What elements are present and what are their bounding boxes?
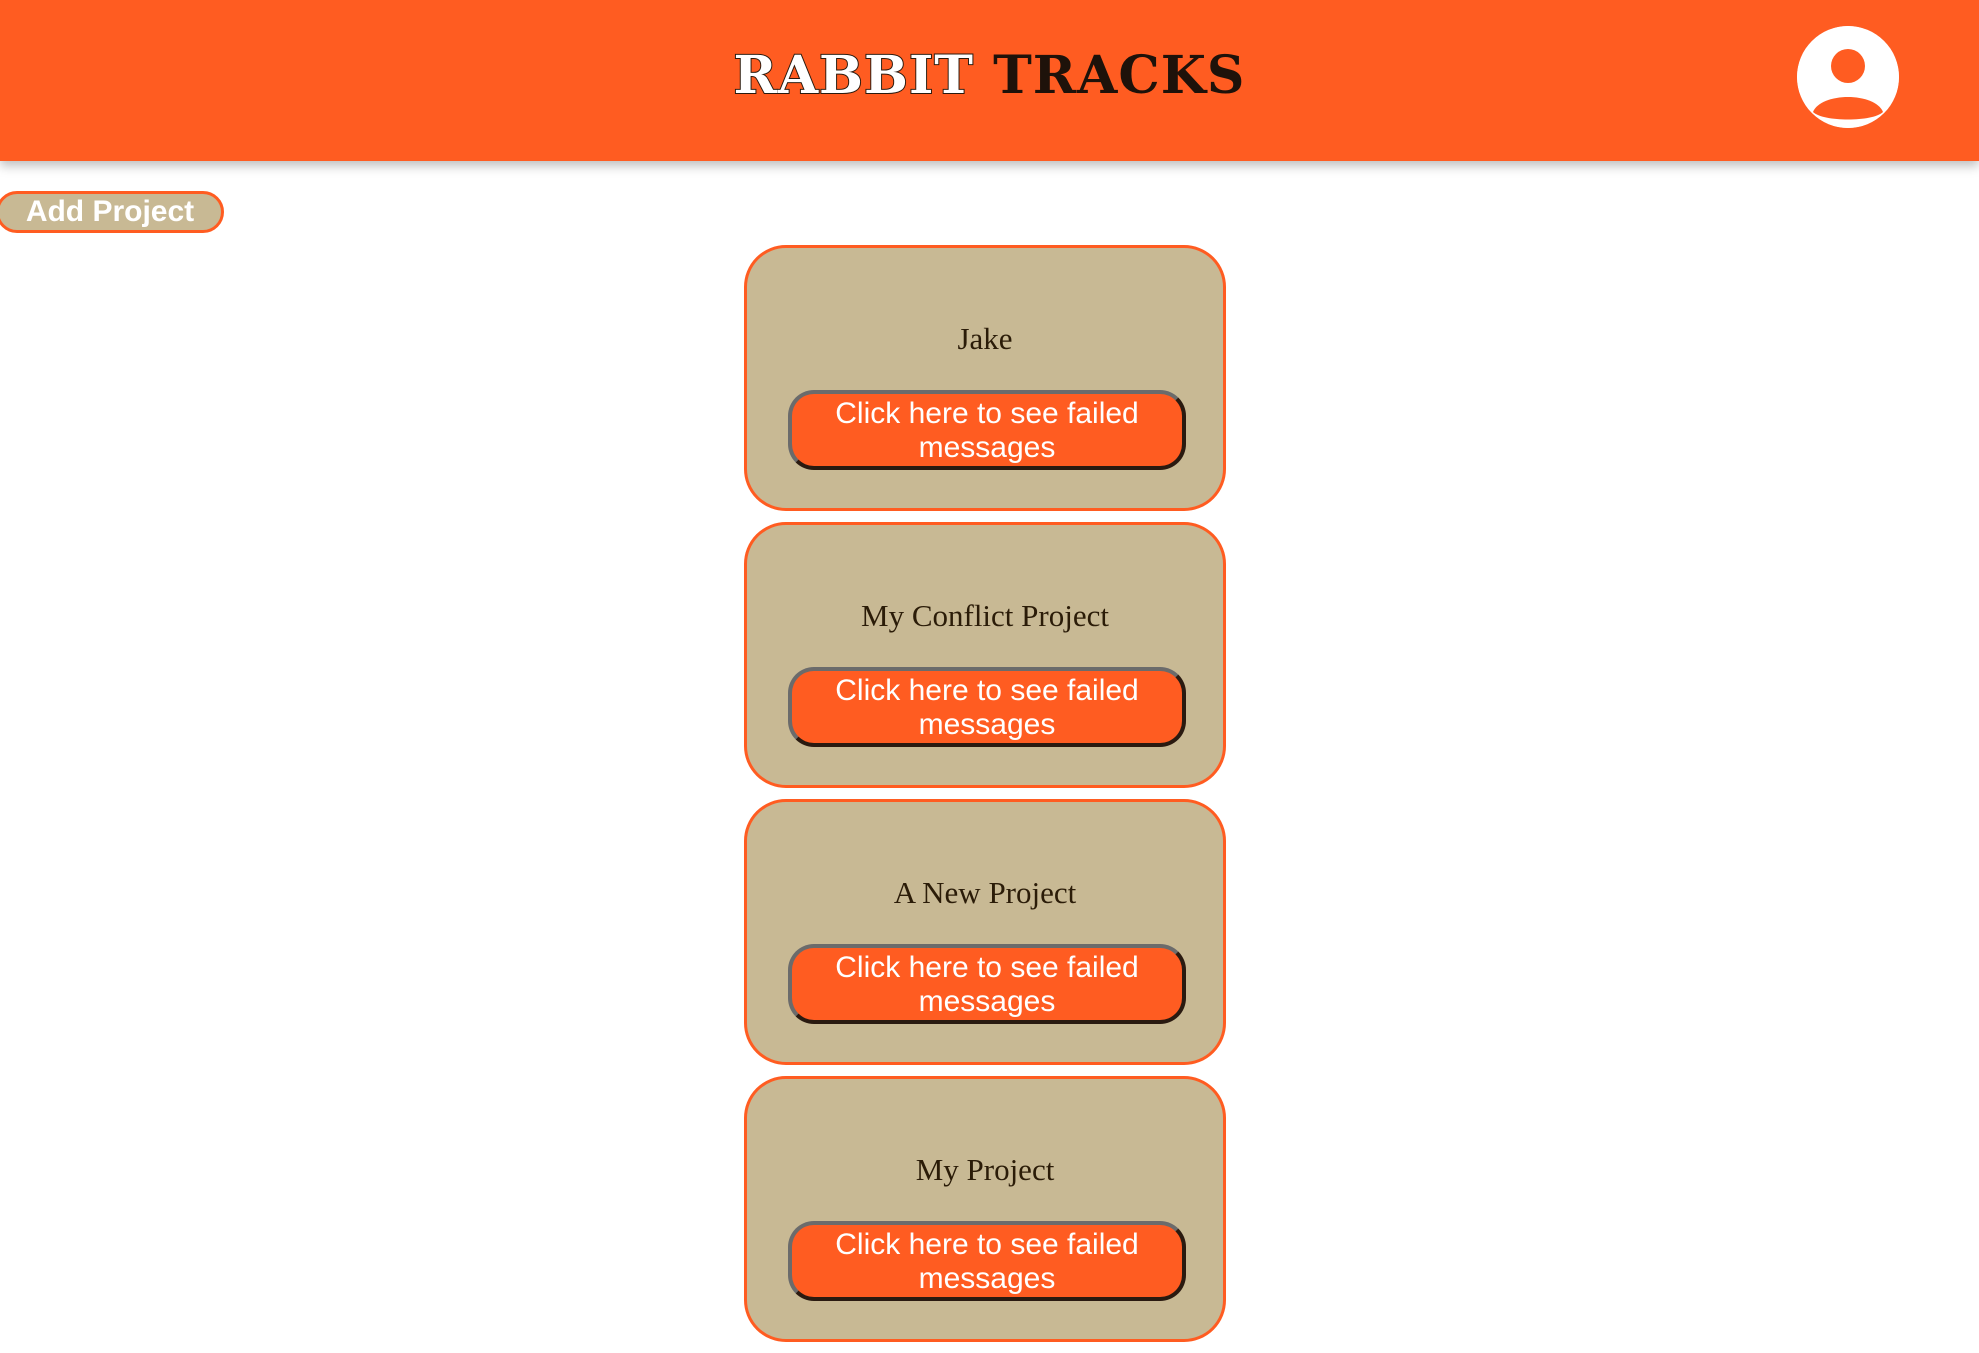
failed-messages-button[interactable]: Click here to see failed messages xyxy=(788,667,1186,747)
project-card: My Conflict Project Click here to see fa… xyxy=(744,522,1226,788)
failed-messages-button[interactable]: Click here to see failed messages xyxy=(788,944,1186,1024)
project-name: My Conflict Project xyxy=(861,598,1109,633)
user-profile-button[interactable] xyxy=(1797,26,1899,128)
project-card: A New Project Click here to see failed m… xyxy=(744,799,1226,1065)
user-circle-icon xyxy=(1797,26,1899,128)
app-logo: RABBIT TRACKS xyxy=(0,44,1979,108)
project-name: Jake xyxy=(957,321,1013,356)
brand-word-rabbit: RABBIT xyxy=(732,44,974,107)
add-project-button[interactable]: Add Project xyxy=(0,191,224,233)
project-card: My Project Click here to see failed mess… xyxy=(744,1076,1226,1342)
project-name: A New Project xyxy=(893,875,1077,910)
app-header: RABBIT TRACKS xyxy=(0,0,1979,161)
project-card: Jake Click here to see failed messages xyxy=(744,245,1226,511)
brand-word-tracks: TRACKS xyxy=(993,45,1246,106)
project-list: Jake Click here to see failed messages M… xyxy=(744,245,1226,1353)
failed-messages-button[interactable]: Click here to see failed messages xyxy=(788,390,1186,470)
project-name: My Project xyxy=(915,1152,1055,1187)
failed-messages-button[interactable]: Click here to see failed messages xyxy=(788,1221,1186,1301)
